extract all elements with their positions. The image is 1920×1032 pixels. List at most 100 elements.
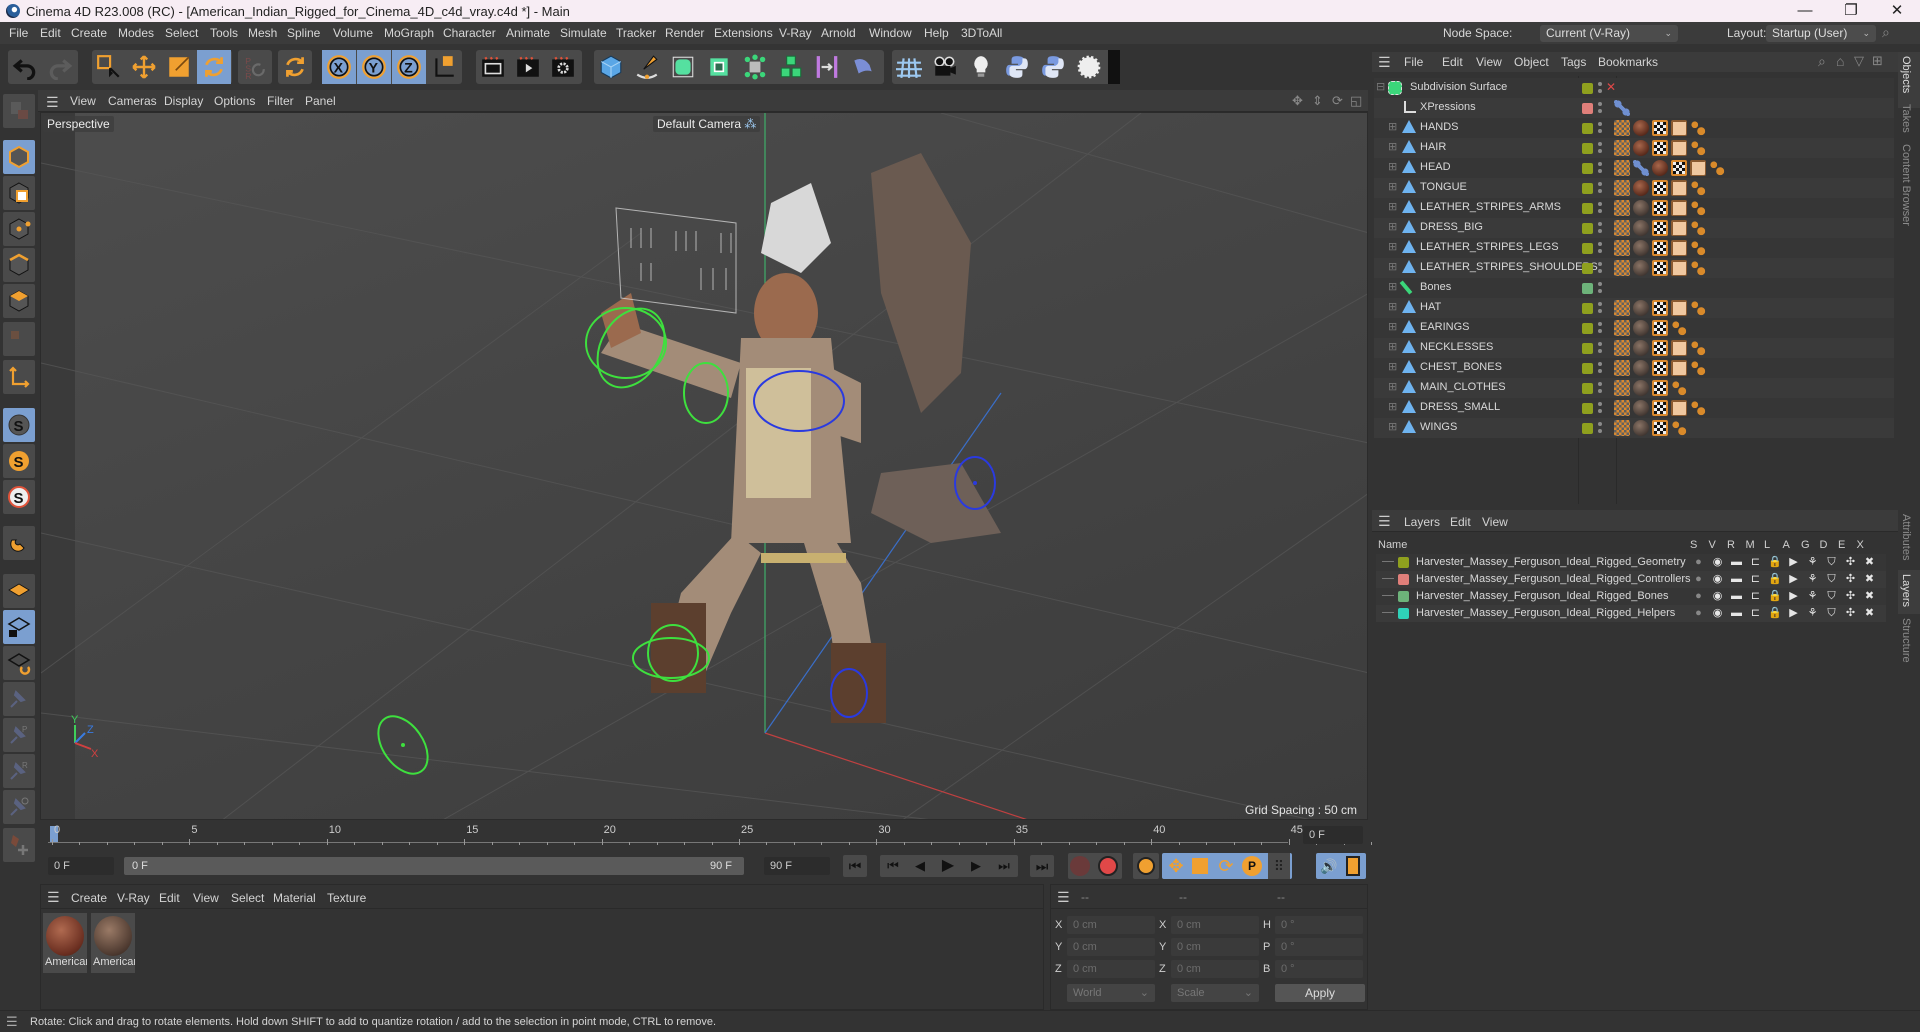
pos-y-field[interactable]: 0 cm [1067,938,1155,956]
material-menu-select[interactable]: Select [231,891,264,905]
xrefs-icon[interactable]: ✖ [1863,573,1876,586]
skin-tag-icon[interactable] [1614,420,1630,436]
object-menu-view[interactable]: View [1476,55,1502,69]
menu-simulate[interactable]: Simulate [560,26,607,40]
skin-tag-icon[interactable] [1614,160,1630,176]
xpresso-tag-icon[interactable] [1614,100,1630,116]
skin-tag-icon[interactable] [1614,400,1630,416]
rot-h-field[interactable]: 0 ° [1275,916,1363,934]
texture-tag-icon[interactable] [1652,180,1668,196]
menu-arnold[interactable]: Arnold [821,26,856,40]
material-menu-texture[interactable]: Texture [327,891,366,905]
weight-tag-icon[interactable] [1690,300,1706,316]
tab-objects[interactable]: Objects [1900,56,1912,93]
expand-icon[interactable]: ⊞ [1388,360,1397,373]
snap-icon[interactable]: S [3,408,35,442]
hamburger-icon[interactable]: ☰ [1378,54,1391,71]
object-row[interactable]: ⊞ TONGUE [1374,178,1894,198]
expand-icon[interactable]: ⊞ [1388,260,1397,273]
lock-icon[interactable]: 🔒 [1768,607,1782,620]
skin-tag-icon[interactable] [1614,300,1630,316]
layer-name[interactable]: Harvester_Massey_Ferguson_Ideal_Rigged_H… [1416,607,1675,619]
close-icon[interactable]: ✕ [1874,0,1920,22]
expand-icon[interactable]: ⊞ [1388,200,1397,213]
object-name[interactable]: Subdivision Surface [1410,81,1507,93]
current-frame-field[interactable]: 0 F [1303,826,1363,844]
rot-b-field[interactable]: 0 ° [1275,960,1363,978]
weight-tag-icon[interactable] [1671,420,1687,436]
material-tag-icon[interactable] [1633,420,1649,436]
add-joint-icon[interactable] [3,828,35,862]
layer-color-swatch[interactable] [1398,557,1409,568]
manager-icon[interactable]: ⊏ [1749,573,1762,586]
visibility-dots[interactable] [1598,382,1602,394]
record-icon[interactable] [1070,856,1090,876]
material-tag-icon[interactable] [1633,340,1649,356]
generators-icon[interactable]: ⚘ [1806,556,1819,569]
viewport-menu-filter[interactable]: Filter [267,94,294,108]
move-icon[interactable] [127,50,161,84]
texture-tag-icon[interactable] [1652,200,1668,216]
uvw-tag-icon[interactable] [1671,220,1687,236]
timeline-ruler[interactable]: 051015202530354045505560657075808590 [48,824,1895,846]
layer-color-swatch[interactable] [1582,263,1593,274]
solo-icon[interactable]: ● [1692,573,1705,586]
object-row[interactable]: ⊞ WINGS [1374,418,1894,438]
layer-color-swatch[interactable] [1582,83,1593,94]
material-tag-icon[interactable] [1633,140,1649,156]
animation-icon[interactable]: ▶ [1787,607,1800,620]
sky-icon[interactable] [1108,50,1120,84]
texture-tag-icon[interactable] [1652,400,1668,416]
render-settings-icon[interactable] [546,50,580,84]
visibility-dots[interactable] [1598,322,1602,334]
scene-effector-icon[interactable] [1072,50,1106,84]
layer-name[interactable]: Harvester_Massey_Ferguson_Ideal_Rigged_B… [1416,590,1669,602]
object-row[interactable]: ⊞ DRESS_BIG [1374,218,1894,238]
material-tag-icon[interactable] [1633,260,1649,276]
menu-edit[interactable]: Edit [40,26,61,40]
subdivision-icon[interactable] [666,50,700,84]
collapse-icon[interactable]: ⊟ [1376,80,1385,93]
weight-tag-icon[interactable] [1690,340,1706,356]
tab-takes[interactable]: Takes [1900,104,1912,133]
minimize-icon[interactable]: — [1782,0,1828,22]
uvw-tag-icon[interactable] [1690,160,1706,176]
psr-icon[interactable]: PSR [238,50,272,84]
tab-content-browser[interactable]: Content Browser [1900,144,1912,226]
model-mode-icon[interactable] [3,140,35,174]
texture-tag-icon[interactable] [1652,120,1668,136]
material-tag-icon[interactable] [1633,320,1649,336]
size-x-field[interactable]: 0 cm [1171,916,1259,934]
lock-icon[interactable]: 🔒 [1768,556,1782,569]
material-menu-vray[interactable]: V-Ray [117,891,150,905]
sound-icon[interactable]: 🔊 [1318,853,1340,879]
layout-dropdown[interactable]: Startup (User) ⌄ [1766,25,1876,42]
material-swatch[interactable]: Americar [91,913,135,973]
skin-tag-icon[interactable] [1614,320,1630,336]
symmetry-icon[interactable] [810,50,844,84]
layer-row[interactable]: Harvester_Massey_Ferguson_Ideal_Rigged_H… [1376,605,1886,622]
weight-tag-icon[interactable] [1671,380,1687,396]
object-name[interactable]: MAIN_CLOTHES [1420,381,1506,393]
expand-icon[interactable]: ⊞ [1388,380,1397,393]
ik-tag-icon[interactable] [1633,160,1649,176]
next-frame-icon[interactable]: ▶ [965,855,987,877]
layer-menu-layers[interactable]: Layers [1404,515,1440,529]
viewport[interactable]: Y Z X Perspective Default Camera ⁂ Grid … [40,112,1368,820]
uvw-tag-icon[interactable] [1671,340,1687,356]
frame-range-slider[interactable]: 0 F 90 F [124,857,744,875]
viewport-menu-panel[interactable]: Panel [305,94,336,108]
generators-icon[interactable]: ⚘ [1806,607,1819,620]
object-menu-tags[interactable]: Tags [1561,55,1586,69]
key-scale-icon[interactable] [1192,858,1208,874]
object-row[interactable]: ⊞ LEATHER_STRIPES_SHOULDERS [1374,258,1894,278]
layer-name[interactable]: Harvester_Massey_Ferguson_Ideal_Rigged_C… [1416,573,1691,585]
render-icon[interactable]: ▬ [1730,590,1743,603]
object-name[interactable]: LEATHER_STRIPES_ARMS [1420,201,1561,213]
weight-tag-icon[interactable] [1690,400,1706,416]
object-name[interactable]: Bones [1420,281,1451,293]
layer-menu-edit[interactable]: Edit [1450,515,1471,529]
render-icon[interactable]: ▬ [1730,607,1743,620]
viewport-menu-options[interactable]: Options [214,94,255,108]
layer-column-d[interactable]: D [1820,539,1828,551]
